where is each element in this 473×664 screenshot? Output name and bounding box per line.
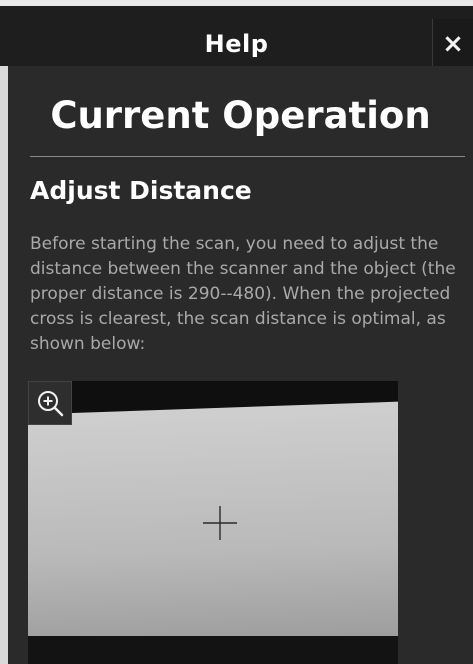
projected-cross-icon [203, 506, 237, 540]
surface-shadow [28, 636, 398, 664]
zoom-in-button[interactable] [28, 381, 72, 425]
instruction-text: Before starting the scan, you need to ad… [30, 234, 456, 354]
window-edge [0, 0, 8, 664]
close-button[interactable]: × [432, 19, 473, 70]
page-title: Current Operation [50, 94, 431, 137]
divider [30, 156, 465, 157]
zoom-in-icon [38, 391, 64, 417]
dialog-title: Help [204, 30, 269, 58]
help-content: Current Operation Adjust Distance Before… [8, 66, 473, 664]
scan-preview-image [28, 381, 398, 664]
section-heading: Adjust Distance [30, 176, 252, 205]
help-dialog: Help × Current Operation Adjust Distance… [0, 0, 473, 664]
title-bar: Help × [0, 0, 473, 70]
